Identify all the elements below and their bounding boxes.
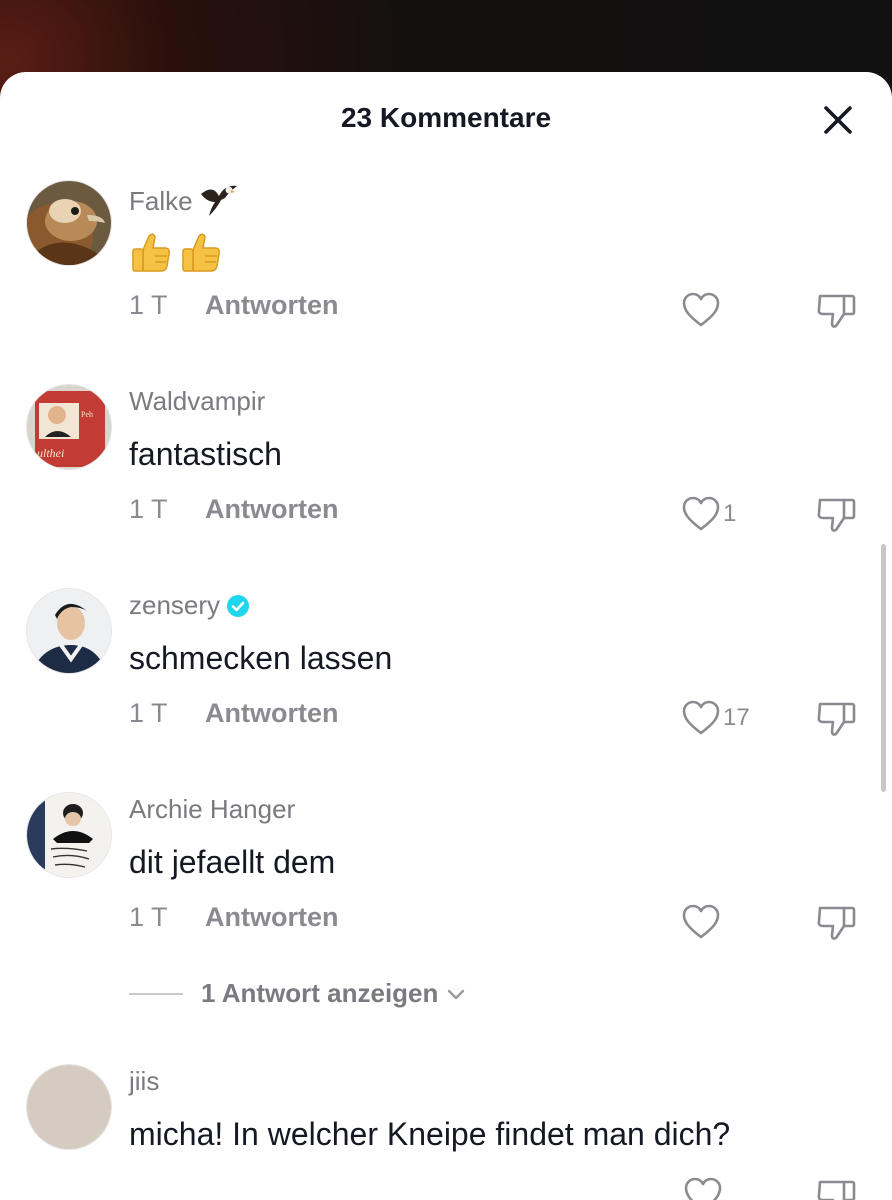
thumbs-up-icon — [132, 233, 170, 272]
heart-icon — [682, 292, 720, 327]
thumbs-down-icon — [817, 498, 856, 532]
dislike-button[interactable] — [814, 698, 858, 738]
avatar[interactable] — [26, 180, 112, 266]
dislike-button[interactable] — [814, 290, 858, 330]
dislike-button[interactable] — [814, 494, 858, 534]
comment-meta: 1 T Antworten — [129, 902, 338, 933]
avatar[interactable] — [26, 1064, 112, 1150]
close-button[interactable] — [818, 100, 858, 140]
like-button[interactable]: 1 — [681, 494, 736, 534]
like-count: 17 — [723, 704, 750, 731]
comment-meta: 1 T Antworten — [129, 290, 338, 321]
comment-meta: 1 T Antworten — [129, 698, 338, 729]
like-button[interactable] — [681, 902, 723, 942]
close-icon — [824, 106, 852, 134]
comments-sheet: 23 Kommentare Falke 1 T Antworten Peh ul… — [0, 72, 892, 1200]
thumbs-down-icon — [817, 702, 856, 736]
eagle-icon — [200, 185, 237, 216]
comment-username[interactable]: zensery — [129, 590, 250, 621]
comment-username[interactable]: Archie Hanger — [129, 794, 295, 825]
chevron-down-icon — [448, 989, 465, 999]
comments-count-title: 23 Kommentare — [340, 102, 552, 133]
comment-time: 1 T — [129, 698, 168, 728]
comment-text: micha! In welcher Kneipe findet man dich… — [129, 1116, 731, 1152]
comment-time: 1 T — [129, 494, 168, 524]
avatar[interactable] — [26, 588, 112, 674]
dislike-button[interactable] — [814, 1176, 858, 1200]
comment-text: dit jefaellt dem — [129, 844, 336, 880]
thumbs-down-icon — [817, 1180, 856, 1200]
comment-text: fantastisch — [129, 436, 282, 472]
comment-username[interactable]: jiis — [129, 1066, 159, 1097]
svg-text:Peh: Peh — [81, 410, 93, 419]
thumbs-down-icon — [817, 906, 856, 940]
avatar[interactable] — [26, 792, 112, 878]
scrollbar[interactable] — [881, 544, 886, 792]
comment-time: 1 T — [129, 902, 168, 932]
sheet-header: 23 Kommentare — [0, 72, 892, 168]
thumbs-up-icon — [182, 233, 220, 272]
like-count: 1 — [723, 500, 737, 527]
reply-button[interactable]: Antworten — [205, 494, 338, 525]
comment-text: schmecken lassen — [129, 640, 393, 676]
view-replies-button[interactable]: 1 Antwort anzeigen — [129, 978, 468, 1009]
comment-time: 1 T — [129, 290, 168, 320]
reply-button[interactable]: Antworten — [205, 698, 338, 729]
heart-icon — [684, 1177, 722, 1200]
like-button[interactable] — [681, 290, 723, 330]
comment-username[interactable]: Falke — [129, 182, 239, 220]
comment-username[interactable]: Waldvampir — [129, 386, 265, 417]
like-button[interactable]: 17 — [681, 698, 750, 738]
heart-icon — [682, 496, 720, 531]
like-button[interactable] — [683, 1176, 723, 1200]
heart-icon — [682, 700, 720, 735]
replies-divider — [129, 992, 183, 995]
svg-text:ulthei: ulthei — [37, 446, 64, 460]
comment-meta: 1 T Antworten — [129, 494, 338, 525]
reply-button[interactable]: Antworten — [205, 902, 338, 933]
view-replies-label: 1 Antwort anzeigen — [201, 978, 439, 1008]
reply-button[interactable]: Antworten — [205, 290, 338, 321]
verified-badge-icon — [227, 594, 250, 617]
dislike-button[interactable] — [814, 902, 858, 942]
emoji-row — [129, 230, 223, 274]
avatar[interactable]: Peh ulthei — [26, 384, 112, 470]
heart-icon — [682, 904, 720, 939]
thumbs-down-icon — [817, 294, 856, 328]
